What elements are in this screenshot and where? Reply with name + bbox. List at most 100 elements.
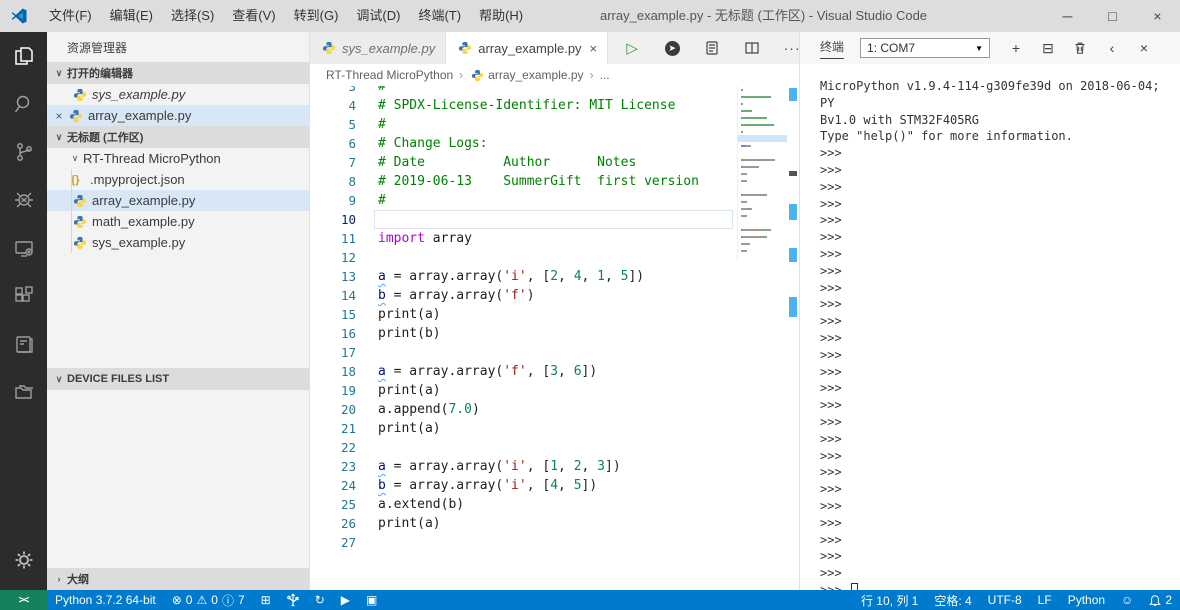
open-editor-label: array_example.py: [88, 108, 192, 123]
close-button[interactable]: ×: [1135, 0, 1180, 32]
split-editor-icon[interactable]: [742, 38, 762, 58]
open-doc-icon[interactable]: [702, 38, 722, 58]
notifications-bell[interactable]: 2: [1141, 590, 1180, 610]
code-line[interactable]: 19 print(a): [310, 381, 735, 400]
eol-indicator[interactable]: LF: [1030, 590, 1060, 610]
minimap[interactable]: [737, 86, 787, 261]
code-line[interactable]: 13 a = array.array('i', [2, 4, 1, 5]): [310, 267, 735, 286]
split-terminal-icon[interactable]: ⊟: [1040, 40, 1056, 56]
folder-row[interactable]: ∨ RT-Thread MicroPython: [47, 148, 309, 169]
sync-icon[interactable]: ↻: [307, 590, 333, 610]
overview-ruler[interactable]: [787, 86, 799, 590]
workspace-header[interactable]: ∨ 无标题 (工作区): [47, 126, 309, 148]
problems-indicator[interactable]: ⊗ 0 ⚠ 0 ⓘ 7: [164, 590, 253, 610]
code-line[interactable]: 4 # SPDX-License-Identifier: MIT License: [310, 96, 735, 115]
terminal-prompt-line: >>>: [820, 381, 842, 396]
file-row[interactable]: sys_example.py: [47, 232, 309, 253]
code-line[interactable]: 16 print(b): [310, 324, 735, 343]
breadcrumb[interactable]: RT-Thread MicroPython › array_example.py…: [310, 64, 799, 86]
code-line[interactable]: 15 print(a): [310, 305, 735, 324]
device-folders-icon[interactable]: [0, 368, 47, 416]
download-to-device-icon[interactable]: ➤: [662, 38, 682, 58]
terminal-banner-line: Bv1.0 with STM32F405RG: [820, 112, 979, 127]
tab-array-example[interactable]: array_example.py ×: [446, 32, 609, 64]
menu-terminal[interactable]: 终端(T): [409, 0, 470, 32]
file-row-selected[interactable]: array_example.py: [47, 190, 309, 211]
code-line[interactable]: 10: [310, 210, 735, 229]
code-line[interactable]: 8 # 2019-06-13 SummerGift first version: [310, 172, 735, 191]
breadcrumb-folder[interactable]: RT-Thread MicroPython: [326, 68, 453, 82]
run-file-icon[interactable]: ▷: [622, 38, 642, 58]
open-editor-item[interactable]: sys_example.py: [47, 84, 309, 105]
open-editor-item-active[interactable]: × array_example.py: [47, 105, 309, 126]
menu-view[interactable]: 查看(V): [223, 0, 284, 32]
feedback-smiley-icon[interactable]: ☺: [1113, 590, 1141, 610]
code-line[interactable]: 14 b = array.array('f'): [310, 286, 735, 305]
source-control-icon[interactable]: [0, 128, 47, 176]
line-number: 22: [340, 440, 356, 455]
menu-go[interactable]: 转到(G): [285, 0, 348, 32]
extensions-icon[interactable]: [0, 272, 47, 320]
code-line[interactable]: 25 a.extend(b): [310, 495, 735, 514]
code-line[interactable]: 6 # Change Logs:: [310, 134, 735, 153]
remote-device-icon[interactable]: [0, 224, 47, 272]
stop-icon[interactable]: ▣: [358, 590, 385, 610]
terminal-output[interactable]: MicroPython v1.9.4-114-g309fe39d on 2018…: [800, 64, 1180, 590]
code-line[interactable]: 5 #: [310, 115, 735, 134]
python-interpreter[interactable]: Python 3.7.2 64-bit: [47, 590, 164, 610]
breadcrumb-file[interactable]: array_example.py: [488, 68, 583, 82]
code-line[interactable]: 9 #: [310, 191, 735, 210]
code-line[interactable]: 22: [310, 438, 735, 457]
file-row[interactable]: {} .mpyproject.json: [47, 169, 309, 190]
code-line[interactable]: 21 print(a): [310, 419, 735, 438]
code-line[interactable]: 27: [310, 533, 735, 552]
menu-debug[interactable]: 调试(D): [347, 0, 409, 32]
code-line[interactable]: 23 a = array.array('i', [1, 2, 3]): [310, 457, 735, 476]
menu-selection[interactable]: 选择(S): [162, 0, 223, 32]
file-row[interactable]: math_example.py: [47, 211, 309, 232]
menu-help[interactable]: 帮助(H): [470, 0, 532, 32]
new-terminal-icon[interactable]: +: [1008, 40, 1024, 56]
settings-gear-icon[interactable]: [0, 536, 47, 584]
notebook-icon[interactable]: [0, 320, 47, 368]
code-line[interactable]: 12: [310, 248, 735, 267]
device-files-header[interactable]: ∨ DEVICE FILES LIST: [47, 368, 309, 390]
maximize-panel-icon[interactable]: ‹: [1104, 40, 1120, 56]
minimap-line: [738, 93, 787, 100]
cursor-position[interactable]: 行 10, 列 1: [853, 590, 926, 610]
open-editors-header[interactable]: ∨ 打开的编辑器: [47, 62, 309, 84]
close-panel-icon[interactable]: ×: [1136, 40, 1152, 56]
usb-device-icon[interactable]: [279, 590, 307, 610]
run-icon[interactable]: ▶: [333, 590, 358, 610]
minimize-button[interactable]: ─: [1045, 0, 1090, 32]
search-icon[interactable]: [0, 80, 47, 128]
remote-indicator[interactable]: ><: [0, 590, 47, 610]
breadcrumb-symbol[interactable]: ...: [600, 68, 610, 82]
code-line[interactable]: 3 #: [310, 86, 735, 96]
maximize-button[interactable]: □: [1090, 0, 1135, 32]
tab-sys-example[interactable]: sys_example.py: [310, 32, 447, 64]
close-icon[interactable]: ×: [51, 109, 67, 123]
close-icon[interactable]: ×: [590, 41, 598, 56]
menu-file[interactable]: 文件(F): [40, 0, 101, 32]
code-line[interactable]: 7 # Date Author Notes: [310, 153, 735, 172]
code-line[interactable]: 20 a.append(7.0): [310, 400, 735, 419]
terminal-tab[interactable]: 终端: [820, 38, 845, 59]
debug-icon[interactable]: [0, 176, 47, 224]
terminal-select[interactable]: 1: COM7 ▼: [860, 38, 991, 58]
indentation[interactable]: 空格: 4: [926, 590, 979, 610]
code-text: # 2019-06-13 SummerGift first version: [378, 174, 699, 189]
menu-edit[interactable]: 编辑(E): [101, 0, 162, 32]
kill-terminal-icon[interactable]: [1072, 40, 1088, 56]
code-line[interactable]: 11 import array: [310, 229, 735, 248]
outline-header[interactable]: › 大纲: [47, 568, 309, 590]
code-editor[interactable]: 3 #4 # SPDX-License-Identifier: MIT Licens…: [310, 86, 799, 590]
explorer-icon[interactable]: [0, 32, 47, 80]
code-line[interactable]: 24 b = array.array('i', [4, 5]): [310, 476, 735, 495]
encoding[interactable]: UTF-8: [980, 590, 1030, 610]
add-file-icon[interactable]: ⊞: [253, 590, 279, 610]
code-line[interactable]: 26 print(a): [310, 514, 735, 533]
code-line[interactable]: 18 a = array.array('f', [3, 6]): [310, 362, 735, 381]
language-mode[interactable]: Python: [1060, 590, 1113, 610]
code-line[interactable]: 17: [310, 343, 735, 362]
